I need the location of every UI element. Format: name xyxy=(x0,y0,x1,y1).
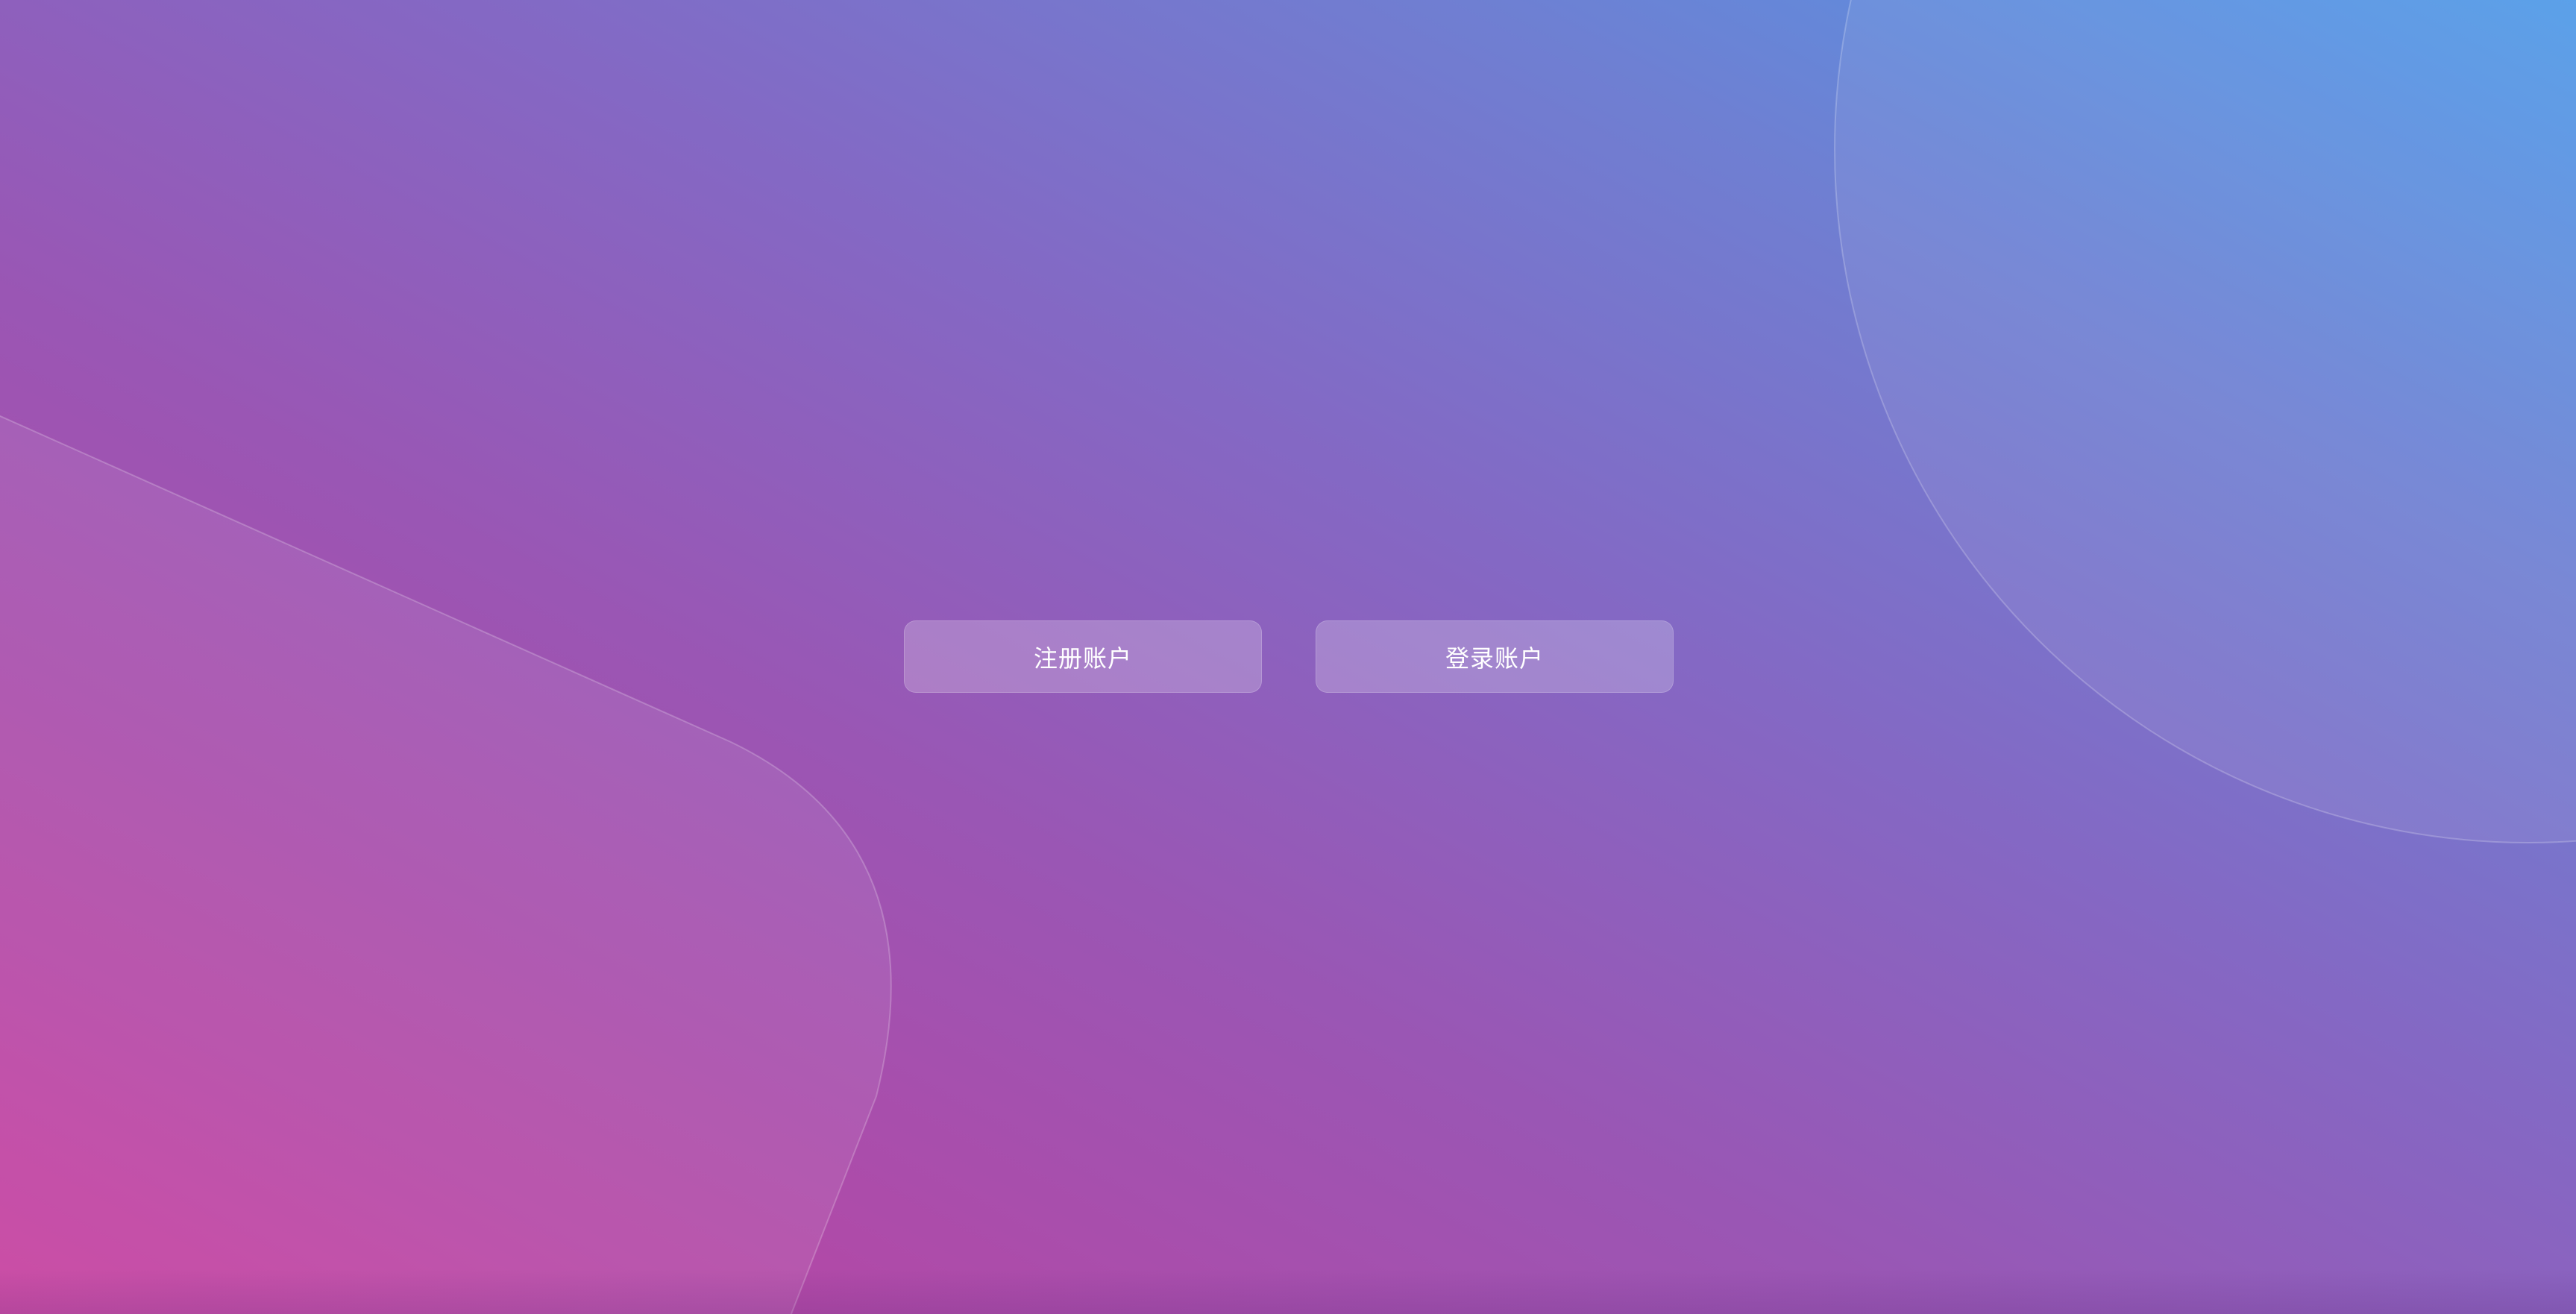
decorative-circle xyxy=(1834,0,2576,843)
login-account-button[interactable]: 登录账户 xyxy=(1316,620,1674,693)
auth-landing-background: 注册账户 登录账户 xyxy=(0,0,2576,1314)
decorative-shapes xyxy=(0,0,2576,1314)
register-account-label: 注册账户 xyxy=(1033,644,1132,673)
decorative-rounded-panel xyxy=(0,415,892,1314)
bottom-shade xyxy=(0,1269,2576,1314)
register-account-button[interactable]: 注册账户 xyxy=(904,620,1262,693)
login-account-label: 登录账户 xyxy=(1445,644,1544,673)
